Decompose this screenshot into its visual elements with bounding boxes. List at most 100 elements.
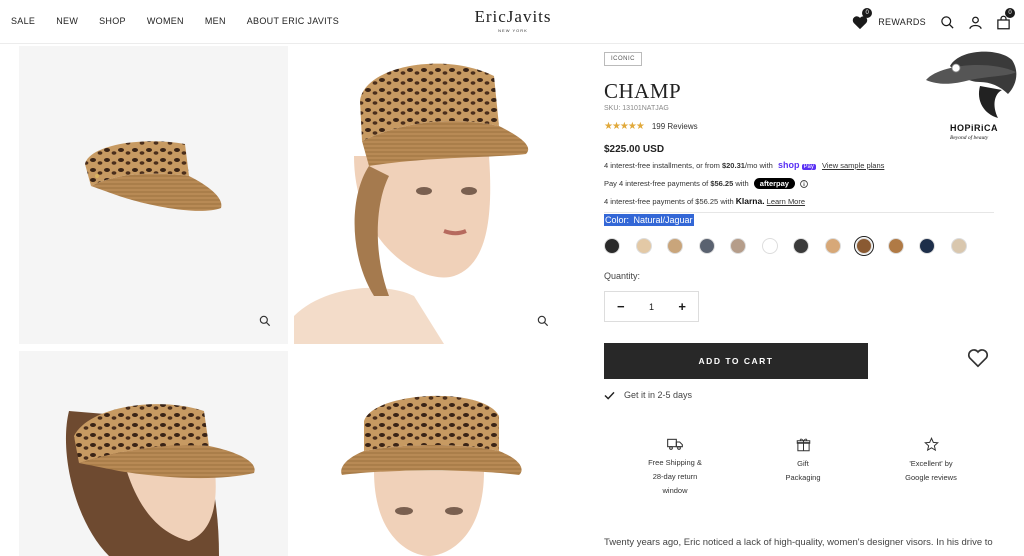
feature-reviews-line2: Google reviews [905, 473, 957, 482]
rewards-link[interactable]: REWARDS [878, 17, 926, 27]
color-swatch[interactable] [667, 238, 683, 254]
product-price: $225.00 USD [604, 144, 665, 155]
brand-subtitle: NEW YORK [498, 28, 528, 33]
quantity-stepper: − 1 + [604, 291, 699, 322]
nav-about[interactable]: ABOUT ERIC JAVITS [247, 16, 339, 26]
nav-men[interactable]: MEN [205, 16, 226, 26]
divider [604, 212, 994, 213]
shoppay-logo: shop [777, 160, 800, 170]
nav-shop[interactable]: SHOP [99, 16, 126, 26]
iconic-badge: ICONIC [604, 52, 642, 66]
nav-sale[interactable]: SALE [11, 16, 35, 26]
site-header: SALE NEW SHOP WOMEN MEN ABOUT ERIC JAVIT… [0, 0, 1024, 44]
product-image-model-front[interactable] [294, 351, 566, 556]
afterpay-text: Pay 4 interest-free payments of [604, 179, 711, 188]
nav-women[interactable]: WOMEN [147, 16, 184, 26]
product-title: CHAMP [604, 79, 682, 103]
color-swatch[interactable] [635, 238, 652, 254]
watermark-tagline: Beyond of beauty [950, 135, 989, 141]
nav-new[interactable]: NEW [56, 16, 78, 26]
rating-row[interactable]: ★★★★★ 199 Reviews [604, 121, 698, 132]
product-image-visor[interactable] [19, 46, 288, 344]
delivery-info: Get it in 2-5 days [604, 390, 692, 400]
zoom-icon[interactable] [258, 314, 272, 328]
model-illustration [294, 63, 529, 344]
color-swatch[interactable] [698, 238, 715, 254]
search-button[interactable] [936, 11, 958, 33]
color-value: Natural/Jaguar [632, 214, 694, 226]
delivery-text: Get it in 2-5 days [624, 390, 693, 400]
brand-logo[interactable]: EricJavits NEW YORK [466, 7, 560, 33]
hopirica-watermark: HOPiRiCA Beyond of beauty [920, 46, 1020, 146]
reviews-count[interactable]: 199 Reviews [652, 122, 698, 131]
product-description: Twenty years ago, Eric noticed a lack of… [604, 537, 993, 548]
feature-reviews-line1: 'Excellent' by [909, 459, 953, 468]
main-nav: SALE NEW SHOP WOMEN MEN ABOUT ERIC JAVIT… [11, 16, 360, 26]
quantity-increase-button[interactable]: + [678, 299, 686, 314]
info-icon[interactable] [800, 180, 808, 188]
color-swatch[interactable] [824, 238, 841, 254]
klarna-text: 4 interest-free payments of $56.25 with [604, 197, 736, 206]
star-icon [923, 437, 939, 452]
klarna-logo: Klarna. [735, 196, 765, 206]
quantity-label: Quantity: [604, 271, 641, 281]
color-swatches [604, 235, 982, 257]
afterpay-logo: afterpay [753, 178, 795, 189]
product-image-model-side[interactable] [294, 46, 566, 344]
cart-button[interactable]: 0 [992, 8, 1015, 33]
afterpay-with: with [733, 179, 749, 188]
feature-gift-line2: Packaging [785, 473, 821, 482]
afterpay-line: Pay 4 interest-free payments of $56.25 w… [604, 178, 808, 189]
user-icon [968, 16, 982, 29]
feature-shipping-line3: window [662, 486, 688, 495]
shoppay-amount: $20.31 [721, 161, 745, 170]
wishlist-button[interactable]: 0 [849, 8, 873, 33]
shoppay-text: 4 interest-free installments, or from [604, 161, 722, 170]
klarna-learn-more-link[interactable]: Learn More [767, 197, 805, 206]
feature-reviews: 'Excellent' by Google reviews [886, 437, 976, 485]
gift-icon [796, 438, 810, 452]
wishlist-heart-icon[interactable] [967, 347, 989, 369]
cart-count-badge: 0 [1005, 8, 1015, 18]
hat-silhouette-logo [926, 51, 1017, 118]
product-gallery [19, 46, 566, 556]
quantity-value[interactable]: 1 [649, 302, 654, 312]
shoppay-line: 4 interest-free installments, or from $2… [604, 160, 884, 170]
color-swatch[interactable] [919, 238, 935, 254]
color-swatch[interactable] [604, 238, 620, 254]
feature-gift: Gift Packaging [758, 437, 848, 485]
account-button[interactable] [964, 11, 986, 33]
afterpay-amount: $56.25 [710, 179, 734, 188]
color-swatch[interactable] [887, 238, 904, 254]
front-illustration [341, 395, 522, 556]
shoppay-text-post: /mo with [744, 161, 773, 170]
feature-shipping: Free Shipping & 28-day return window [630, 437, 720, 498]
truck-icon [667, 438, 683, 450]
color-swatch[interactable] [853, 235, 875, 257]
color-label-text: Color: [604, 214, 633, 226]
zoom-icon[interactable] [536, 314, 550, 328]
profile-illustration [65, 404, 255, 556]
product-sku: SKU: 13101NATJAG [604, 105, 669, 112]
color-swatch[interactable] [793, 238, 809, 254]
watermark-name: HOPiRiCA [950, 123, 999, 133]
star-rating-icon: ★★★★★ [604, 121, 645, 132]
shoppay-pay-badge: Pay [801, 164, 816, 170]
wishlist-count-badge: 0 [862, 8, 873, 18]
color-swatch[interactable] [730, 238, 746, 254]
quantity-decrease-button[interactable]: − [617, 299, 625, 314]
brand-name: EricJavits [474, 7, 552, 26]
header-actions: 0 REWARDS 0 [849, 8, 1015, 33]
color-swatch[interactable] [950, 238, 967, 254]
checkmark-icon [604, 391, 615, 400]
color-label: Color: Natural/Jaguar [604, 214, 694, 226]
product-image-model-profile[interactable] [19, 351, 288, 556]
feature-gift-line1: Gift [797, 459, 809, 468]
klarna-line: 4 interest-free payments of $56.25 with … [604, 196, 805, 206]
visor-illustration [85, 141, 222, 211]
feature-shipping-line1: Free Shipping & [648, 458, 702, 467]
view-sample-plans-link[interactable]: View sample plans [822, 161, 884, 170]
add-to-cart-button[interactable]: ADD TO CART [604, 343, 868, 379]
color-swatch[interactable] [761, 238, 778, 254]
feature-shipping-line2: 28-day return [652, 472, 698, 481]
